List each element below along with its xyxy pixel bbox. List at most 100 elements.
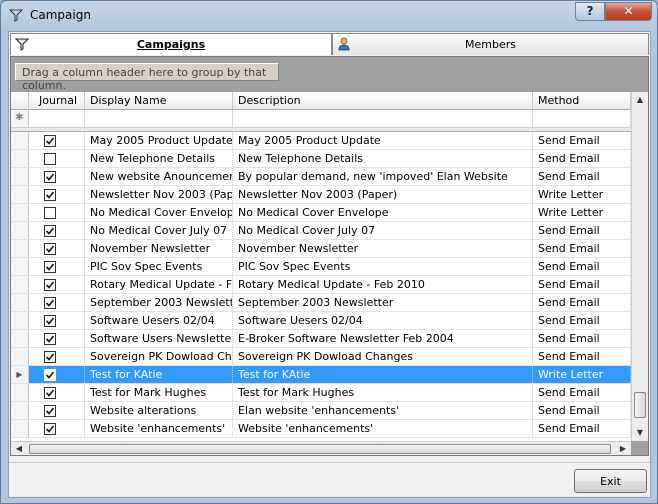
table-row[interactable]: No Medical Cover Envelope No Medical Cove… — [11, 204, 631, 222]
display-name-cell[interactable]: New Telephone Details — [85, 150, 233, 167]
title-bar[interactable]: Campaign ? ✕ — [1, 1, 657, 31]
row-indicator[interactable] — [11, 258, 29, 275]
journal-checkbox[interactable] — [44, 351, 56, 363]
table-row[interactable]: Software Users Newsletter ...E-Broker So… — [11, 330, 631, 348]
display-name-cell[interactable]: Test for KAtie — [85, 366, 233, 383]
scroll-up-arrow-icon[interactable]: ▲ — [632, 92, 648, 108]
method-cell[interactable]: Send Email — [533, 258, 631, 275]
method-cell[interactable]: Send Email — [533, 240, 631, 257]
row-indicator[interactable] — [11, 276, 29, 293]
method-cell[interactable]: Send Email — [533, 132, 631, 149]
table-row[interactable]: September 2003 Newsletter September 2003 … — [11, 294, 631, 312]
description-cell[interactable]: E-Broker Software Newsletter Feb 2004 — [233, 330, 533, 347]
close-button[interactable]: ✕ — [605, 2, 652, 21]
display-name-cell[interactable]: Rotary Medical Update - Fe... — [85, 276, 233, 293]
display-name-cell[interactable]: No Medical Cover July 07 — [85, 222, 233, 239]
row-indicator[interactable] — [11, 402, 29, 419]
journal-checkbox[interactable] — [44, 243, 56, 255]
vertical-scroll-thumb[interactable] — [634, 392, 646, 418]
display-name-cell[interactable]: Test for Mark Hughes — [85, 384, 233, 401]
display-name-cell[interactable]: September 2003 Newsletter — [85, 294, 233, 311]
description-cell[interactable]: Website 'enhancements' — [233, 420, 533, 437]
description-cell[interactable]: Test for Mark Hughes — [233, 384, 533, 401]
description-cell[interactable]: Test for KAtie — [233, 366, 533, 383]
scroll-right-arrow-icon[interactable]: ▶ — [615, 442, 631, 456]
table-row[interactable]: ▶ Test for KAtie Test for KAtie Write Lette… — [11, 366, 631, 384]
display-name-cell[interactable]: PIC Sov Spec Events — [85, 258, 233, 275]
display-name-cell[interactable]: Sovereign PK Dowload Cha... — [85, 348, 233, 365]
method-cell[interactable]: Send Email — [533, 420, 631, 437]
method-cell[interactable]: Send Email — [533, 384, 631, 401]
method-cell[interactable]: Send Email — [533, 150, 631, 167]
row-indicator[interactable] — [11, 330, 29, 347]
row-indicator[interactable] — [11, 222, 29, 239]
method-cell[interactable]: Send Email — [533, 348, 631, 365]
description-cell[interactable]: September 2003 Newsletter — [233, 294, 533, 311]
new-row[interactable]: ✱ — [11, 110, 631, 128]
row-indicator[interactable] — [11, 312, 29, 329]
display-name-cell[interactable]: Newsletter Nov 2003 (Paper) — [85, 186, 233, 203]
method-cell[interactable]: Send Email — [533, 402, 631, 419]
tab-campaigns[interactable]: Campaigns — [10, 33, 332, 55]
display-name-cell[interactable]: New website Anouncement — [85, 168, 233, 185]
display-name-cell[interactable]: May 2005 Product Update — [85, 132, 233, 149]
row-indicator[interactable] — [11, 348, 29, 365]
row-indicator[interactable] — [11, 168, 29, 185]
description-cell[interactable]: By popular demand, new 'impoved' Elan We… — [233, 168, 533, 185]
new-row-cell[interactable] — [533, 110, 631, 127]
display-name-cell[interactable]: November Newsletter — [85, 240, 233, 257]
table-row[interactable]: Website alterations Elan website 'enhance… — [11, 402, 631, 420]
journal-checkbox[interactable] — [44, 315, 56, 327]
journal-checkbox[interactable] — [44, 279, 56, 291]
table-row[interactable]: Test for Mark Hughes Test for Mark Hughes… — [11, 384, 631, 402]
table-row[interactable]: Newsletter Nov 2003 (Paper)Newsletter No… — [11, 186, 631, 204]
display-name-cell[interactable]: Software Uesers 02/04 — [85, 312, 233, 329]
journal-checkbox[interactable] — [44, 423, 56, 435]
display-name-cell[interactable]: Software Users Newsletter ... — [85, 330, 233, 347]
tab-members[interactable]: Members — [332, 33, 649, 55]
horizontal-scroll-thumb[interactable] — [29, 444, 611, 454]
method-cell[interactable]: Send Email — [533, 312, 631, 329]
vertical-scrollbar[interactable]: ▲ ▼ — [631, 92, 648, 441]
description-cell[interactable]: Rotary Medical Update - Feb 2010 — [233, 276, 533, 293]
journal-checkbox[interactable] — [44, 207, 56, 219]
method-cell[interactable]: Write Letter — [533, 186, 631, 203]
group-by-panel[interactable]: Drag a column header here to group by th… — [15, 63, 279, 92]
journal-checkbox[interactable] — [44, 135, 56, 147]
description-cell[interactable]: November Newsletter — [233, 240, 533, 257]
row-indicator[interactable] — [11, 150, 29, 167]
scroll-down-arrow-icon[interactable]: ▼ — [632, 425, 648, 441]
journal-checkbox[interactable] — [44, 297, 56, 309]
new-row-cell[interactable] — [85, 110, 233, 127]
description-cell[interactable]: Software Uesers 02/04 — [233, 312, 533, 329]
table-row[interactable]: Rotary Medical Update - Fe...Rotary Medi… — [11, 276, 631, 294]
description-cell[interactable]: Elan website 'enhancements' — [233, 402, 533, 419]
method-cell[interactable]: Send Email — [533, 330, 631, 347]
row-indicator[interactable] — [11, 294, 29, 311]
display-name-cell[interactable]: Website 'enhancements' — [85, 420, 233, 437]
description-cell[interactable]: No Medical Cover Envelope — [233, 204, 533, 221]
table-row[interactable]: May 2005 Product Update May 2005 Product … — [11, 132, 631, 150]
table-row[interactable]: New Telephone Details New Telephone Detai… — [11, 150, 631, 168]
row-indicator[interactable]: ▶ — [11, 366, 29, 383]
description-cell[interactable]: May 2005 Product Update — [233, 132, 533, 149]
method-cell[interactable]: Send Email — [533, 294, 631, 311]
method-cell[interactable]: Write Letter — [533, 204, 631, 221]
method-cell[interactable]: Send Email — [533, 168, 631, 185]
journal-checkbox[interactable] — [44, 405, 56, 417]
row-indicator[interactable] — [11, 132, 29, 149]
table-row[interactable]: November Newsletter November Newsletter Se… — [11, 240, 631, 258]
journal-checkbox[interactable] — [44, 369, 56, 381]
row-indicator[interactable] — [11, 384, 29, 401]
help-button[interactable]: ? — [575, 2, 605, 21]
display-name-cell[interactable]: No Medical Cover Envelope — [85, 204, 233, 221]
journal-checkbox[interactable] — [44, 189, 56, 201]
table-row[interactable]: PIC Sov Spec Events PIC Sov Spec Events Se… — [11, 258, 631, 276]
table-row[interactable]: No Medical Cover July 07 No Medical Cover… — [11, 222, 631, 240]
description-cell[interactable]: PIC Sov Spec Events — [233, 258, 533, 275]
description-cell[interactable]: New Telephone Details — [233, 150, 533, 167]
table-row[interactable]: New website Anouncement By popular demand… — [11, 168, 631, 186]
journal-checkbox[interactable] — [44, 153, 56, 165]
method-cell[interactable]: Send Email — [533, 276, 631, 293]
new-row-cell[interactable] — [29, 110, 85, 127]
